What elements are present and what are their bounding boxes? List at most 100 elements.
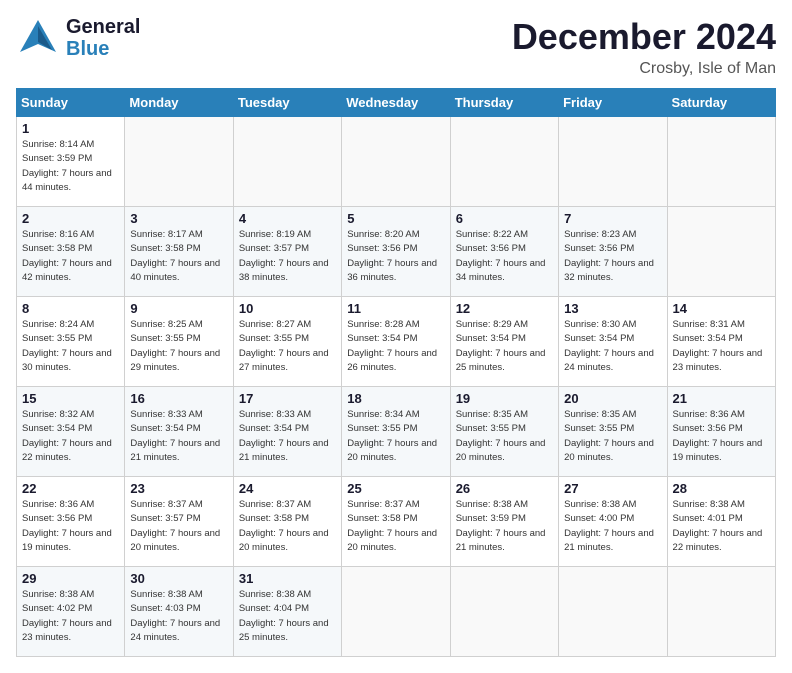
day-number: 21 <box>673 391 770 406</box>
day-number: 26 <box>456 481 553 496</box>
calendar-week-row: 8 Sunrise: 8:24 AM Sunset: 3:55 PM Dayli… <box>17 297 776 387</box>
day-number: 8 <box>22 301 119 316</box>
day-info: Sunrise: 8:38 AM Sunset: 4:03 PM Dayligh… <box>130 588 227 645</box>
weekday-header-friday: Friday <box>559 89 667 117</box>
weekday-header-tuesday: Tuesday <box>233 89 341 117</box>
weekday-header-saturday: Saturday <box>667 89 775 117</box>
day-info: Sunrise: 8:36 AM Sunset: 3:56 PM Dayligh… <box>673 408 770 465</box>
day-info: Sunrise: 8:16 AM Sunset: 3:58 PM Dayligh… <box>22 228 119 285</box>
day-number: 30 <box>130 571 227 586</box>
day-info: Sunrise: 8:25 AM Sunset: 3:55 PM Dayligh… <box>130 318 227 375</box>
calendar-cell: 23 Sunrise: 8:37 AM Sunset: 3:57 PM Dayl… <box>125 477 233 567</box>
page-header: General Blue December 2024 Crosby, Isle … <box>16 16 776 78</box>
day-info: Sunrise: 8:24 AM Sunset: 3:55 PM Dayligh… <box>22 318 119 375</box>
day-info: Sunrise: 8:27 AM Sunset: 3:55 PM Dayligh… <box>239 318 336 375</box>
day-number: 27 <box>564 481 661 496</box>
calendar-cell: 7 Sunrise: 8:23 AM Sunset: 3:56 PM Dayli… <box>559 207 667 297</box>
day-info: Sunrise: 8:37 AM Sunset: 3:58 PM Dayligh… <box>239 498 336 555</box>
calendar-cell: 20 Sunrise: 8:35 AM Sunset: 3:55 PM Dayl… <box>559 387 667 477</box>
day-number: 7 <box>564 211 661 226</box>
calendar-cell: 19 Sunrise: 8:35 AM Sunset: 3:55 PM Dayl… <box>450 387 558 477</box>
day-number: 6 <box>456 211 553 226</box>
calendar-cell: 10 Sunrise: 8:27 AM Sunset: 3:55 PM Dayl… <box>233 297 341 387</box>
day-number: 17 <box>239 391 336 406</box>
day-info: Sunrise: 8:22 AM Sunset: 3:56 PM Dayligh… <box>456 228 553 285</box>
day-number: 22 <box>22 481 119 496</box>
calendar-cell: 17 Sunrise: 8:33 AM Sunset: 3:54 PM Dayl… <box>233 387 341 477</box>
calendar-header-row: SundayMondayTuesdayWednesdayThursdayFrid… <box>17 89 776 117</box>
day-number: 3 <box>130 211 227 226</box>
day-info: Sunrise: 8:23 AM Sunset: 3:56 PM Dayligh… <box>564 228 661 285</box>
day-number: 10 <box>239 301 336 316</box>
day-number: 11 <box>347 301 444 316</box>
calendar-cell: 14 Sunrise: 8:31 AM Sunset: 3:54 PM Dayl… <box>667 297 775 387</box>
calendar-cell: 25 Sunrise: 8:37 AM Sunset: 3:58 PM Dayl… <box>342 477 450 567</box>
calendar-cell: 16 Sunrise: 8:33 AM Sunset: 3:54 PM Dayl… <box>125 387 233 477</box>
day-info: Sunrise: 8:29 AM Sunset: 3:54 PM Dayligh… <box>456 318 553 375</box>
day-number: 1 <box>22 121 119 136</box>
day-number: 14 <box>673 301 770 316</box>
month-title: December 2024 <box>512 16 776 58</box>
day-info: Sunrise: 8:32 AM Sunset: 3:54 PM Dayligh… <box>22 408 119 465</box>
day-info: Sunrise: 8:33 AM Sunset: 3:54 PM Dayligh… <box>130 408 227 465</box>
logo-icon <box>16 16 60 60</box>
location-title: Crosby, Isle of Man <box>512 60 776 78</box>
day-info: Sunrise: 8:19 AM Sunset: 3:57 PM Dayligh… <box>239 228 336 285</box>
calendar-cell <box>559 117 667 207</box>
weekday-header-sunday: Sunday <box>17 89 125 117</box>
calendar-week-row: 15 Sunrise: 8:32 AM Sunset: 3:54 PM Dayl… <box>17 387 776 477</box>
calendar-cell: 8 Sunrise: 8:24 AM Sunset: 3:55 PM Dayli… <box>17 297 125 387</box>
calendar-cell: 1 Sunrise: 8:14 AM Sunset: 3:59 PM Dayli… <box>17 117 125 207</box>
day-info: Sunrise: 8:14 AM Sunset: 3:59 PM Dayligh… <box>22 138 119 195</box>
calendar-cell <box>342 117 450 207</box>
calendar-cell: 27 Sunrise: 8:38 AM Sunset: 4:00 PM Dayl… <box>559 477 667 567</box>
calendar-cell: 26 Sunrise: 8:38 AM Sunset: 3:59 PM Dayl… <box>450 477 558 567</box>
day-number: 15 <box>22 391 119 406</box>
logo-text-general: General <box>66 16 140 38</box>
calendar-cell: 12 Sunrise: 8:29 AM Sunset: 3:54 PM Dayl… <box>450 297 558 387</box>
day-info: Sunrise: 8:38 AM Sunset: 4:02 PM Dayligh… <box>22 588 119 645</box>
day-number: 25 <box>347 481 444 496</box>
calendar-cell: 4 Sunrise: 8:19 AM Sunset: 3:57 PM Dayli… <box>233 207 341 297</box>
day-number: 16 <box>130 391 227 406</box>
day-info: Sunrise: 8:38 AM Sunset: 3:59 PM Dayligh… <box>456 498 553 555</box>
calendar-cell: 22 Sunrise: 8:36 AM Sunset: 3:56 PM Dayl… <box>17 477 125 567</box>
day-info: Sunrise: 8:31 AM Sunset: 3:54 PM Dayligh… <box>673 318 770 375</box>
day-number: 23 <box>130 481 227 496</box>
weekday-header-monday: Monday <box>125 89 233 117</box>
calendar-week-row: 22 Sunrise: 8:36 AM Sunset: 3:56 PM Dayl… <box>17 477 776 567</box>
day-info: Sunrise: 8:34 AM Sunset: 3:55 PM Dayligh… <box>347 408 444 465</box>
day-number: 20 <box>564 391 661 406</box>
day-info: Sunrise: 8:37 AM Sunset: 3:58 PM Dayligh… <box>347 498 444 555</box>
day-info: Sunrise: 8:38 AM Sunset: 4:00 PM Dayligh… <box>564 498 661 555</box>
calendar-week-row: 1 Sunrise: 8:14 AM Sunset: 3:59 PM Dayli… <box>17 117 776 207</box>
day-number: 28 <box>673 481 770 496</box>
day-info: Sunrise: 8:35 AM Sunset: 3:55 PM Dayligh… <box>564 408 661 465</box>
day-info: Sunrise: 8:38 AM Sunset: 4:01 PM Dayligh… <box>673 498 770 555</box>
weekday-header-wednesday: Wednesday <box>342 89 450 117</box>
calendar-cell: 2 Sunrise: 8:16 AM Sunset: 3:58 PM Dayli… <box>17 207 125 297</box>
calendar-cell <box>233 117 341 207</box>
calendar-cell: 13 Sunrise: 8:30 AM Sunset: 3:54 PM Dayl… <box>559 297 667 387</box>
logo: General Blue <box>16 16 140 60</box>
calendar-cell: 18 Sunrise: 8:34 AM Sunset: 3:55 PM Dayl… <box>342 387 450 477</box>
day-number: 13 <box>564 301 661 316</box>
calendar-cell <box>125 117 233 207</box>
day-info: Sunrise: 8:36 AM Sunset: 3:56 PM Dayligh… <box>22 498 119 555</box>
calendar-cell: 24 Sunrise: 8:37 AM Sunset: 3:58 PM Dayl… <box>233 477 341 567</box>
day-number: 18 <box>347 391 444 406</box>
calendar-cell: 11 Sunrise: 8:28 AM Sunset: 3:54 PM Dayl… <box>342 297 450 387</box>
calendar-cell: 3 Sunrise: 8:17 AM Sunset: 3:58 PM Dayli… <box>125 207 233 297</box>
day-info: Sunrise: 8:20 AM Sunset: 3:56 PM Dayligh… <box>347 228 444 285</box>
day-info: Sunrise: 8:30 AM Sunset: 3:54 PM Dayligh… <box>564 318 661 375</box>
calendar-cell: 15 Sunrise: 8:32 AM Sunset: 3:54 PM Dayl… <box>17 387 125 477</box>
day-number: 29 <box>22 571 119 586</box>
day-info: Sunrise: 8:33 AM Sunset: 3:54 PM Dayligh… <box>239 408 336 465</box>
day-number: 4 <box>239 211 336 226</box>
calendar-cell <box>667 207 775 297</box>
day-number: 9 <box>130 301 227 316</box>
day-number: 5 <box>347 211 444 226</box>
day-number: 12 <box>456 301 553 316</box>
day-info: Sunrise: 8:35 AM Sunset: 3:55 PM Dayligh… <box>456 408 553 465</box>
day-number: 24 <box>239 481 336 496</box>
